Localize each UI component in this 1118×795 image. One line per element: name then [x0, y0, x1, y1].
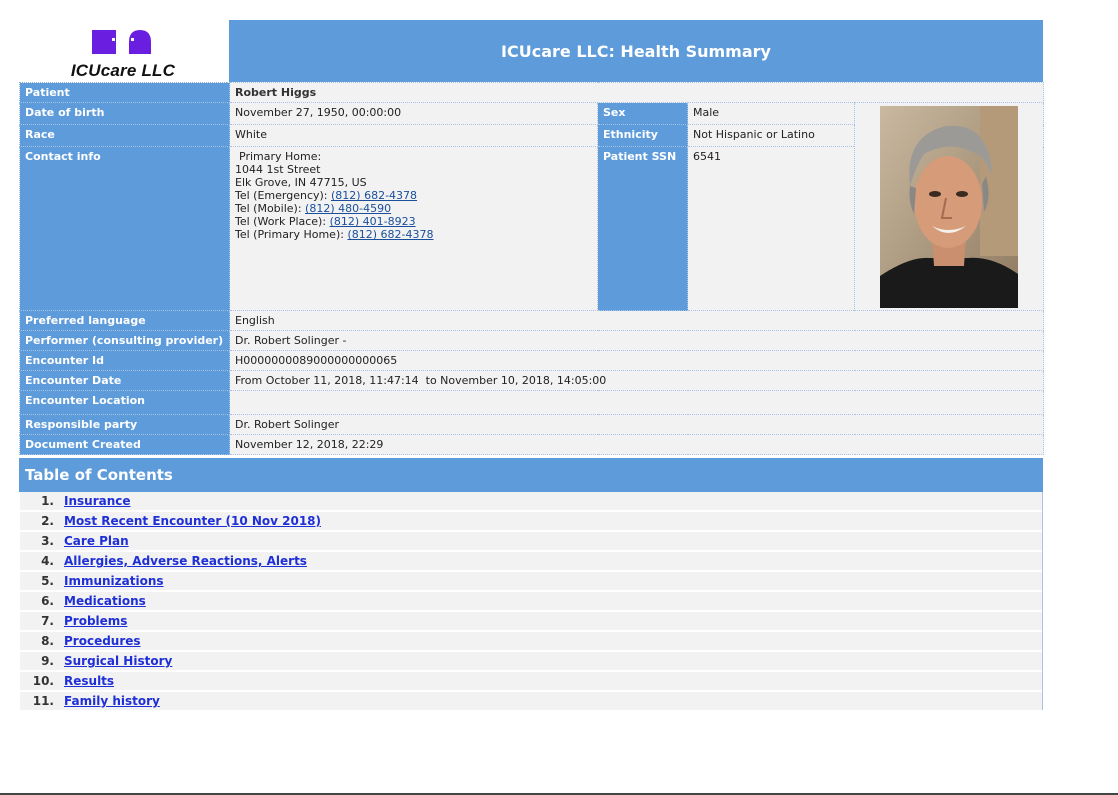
toc-item: 3. Care Plan: [20, 532, 1042, 550]
toc-item: 1. Insurance: [20, 492, 1042, 510]
toc-item: 10. Results: [20, 672, 1042, 690]
phone-work-link[interactable]: (812) 401-8923: [330, 215, 416, 228]
responsible-label: Responsible party: [19, 414, 230, 435]
toc-link[interactable]: Insurance: [64, 494, 131, 508]
patient-table: Patient Robert Higgs Date of birth Novem…: [19, 82, 1045, 455]
toc-item-number: 9.: [41, 654, 54, 668]
toc-item-number: 4.: [41, 554, 54, 568]
phone-home-link[interactable]: (812) 682-4378: [347, 228, 433, 241]
toc-link[interactable]: Surgical History: [64, 654, 172, 668]
language-value: English: [228, 310, 1045, 331]
toc-item: 5. Immunizations: [20, 572, 1042, 590]
toc-item: 11. Family history: [20, 692, 1042, 710]
performer-row: Performer (consulting provider) Dr. Robe…: [19, 330, 1045, 351]
contact-address: Primary Home: 1044 1st Street Elk Grove, I…: [235, 150, 592, 241]
contact-city: Elk Grove, IN 47715, US: [235, 176, 367, 189]
patient-photo: [880, 106, 1019, 308]
logo-heads-icon: [92, 30, 151, 54]
toc-item-number: 1.: [41, 494, 54, 508]
phone-home: Tel (Primary Home): (812) 682-4378: [235, 228, 592, 241]
dob-row: Date of birth November 27, 1950, 00:00:0…: [19, 102, 1045, 311]
toc-item-number: 6.: [41, 594, 54, 608]
phone-mobile-label: Tel (Mobile):: [235, 202, 306, 215]
encounter-id-value: H0000000089000000000065: [228, 350, 1045, 371]
document-title: ICUcare LLC: Health Summary: [229, 20, 1043, 82]
toc-link[interactable]: Most Recent Encounter (10 Nov 2018): [64, 514, 321, 528]
contact-type: Primary Home:: [239, 150, 322, 163]
toc-item-number: 10.: [32, 674, 54, 688]
encounter-date-label: Encounter Date: [19, 370, 230, 391]
toc-item: 6. Medications: [20, 592, 1042, 610]
race-label: Race: [19, 124, 230, 147]
toc-item-number: 2.: [41, 514, 54, 528]
ethnicity-value: Not Hispanic or Latino: [687, 124, 855, 147]
toc-link[interactable]: Allergies, Adverse Reactions, Alerts: [64, 554, 307, 568]
toc-item-number: 5.: [41, 574, 54, 588]
encounter-id-row: Encounter Id H0000000089000000000065: [19, 350, 1045, 371]
phone-mobile: Tel (Mobile): (812) 480-4590: [235, 202, 592, 215]
contact-label: Contact info: [19, 146, 230, 311]
patient-name-row: Patient Robert Higgs: [19, 82, 1045, 103]
patient-photo-cell: [853, 102, 1045, 311]
phone-home-label: Tel (Primary Home):: [235, 228, 348, 241]
performer-value: Dr. Robert Solinger -: [228, 330, 1045, 351]
phone-mobile-link[interactable]: (812) 480-4590: [305, 202, 391, 215]
toc-item-number: 3.: [41, 534, 54, 548]
toc-link[interactable]: Procedures: [64, 634, 141, 648]
toc-item-number: 8.: [41, 634, 54, 648]
ssn-value: 6541: [687, 146, 855, 311]
encounter-date-row: Encounter Date From October 11, 2018, 11…: [19, 370, 1045, 391]
dob-label: Date of birth: [19, 102, 230, 125]
created-value: November 12, 2018, 22:29: [228, 434, 1045, 455]
ssn-label: Patient SSN: [597, 146, 688, 311]
race-value: White: [229, 124, 598, 147]
ethnicity-label: Ethnicity: [597, 124, 688, 147]
toc-item: 2. Most Recent Encounter (10 Nov 2018): [20, 512, 1042, 530]
logo-text: ICUcare LLC: [70, 61, 176, 80]
sex-label: Sex: [597, 102, 688, 125]
encounter-location-value: [228, 390, 1045, 415]
phone-work-label: Tel (Work Place):: [235, 215, 330, 228]
encounter-location-row: Encounter Location: [19, 390, 1045, 415]
document-header: ICUcare LLC ICUcare LLC: Health Summary: [19, 20, 1043, 83]
responsible-value: Dr. Robert Solinger: [228, 414, 1045, 435]
toc-item: 4. Allergies, Adverse Reactions, Alerts: [20, 552, 1042, 570]
encounter-id-label: Encounter Id: [19, 350, 230, 371]
toc-link[interactable]: Problems: [64, 614, 127, 628]
phone-emergency-link[interactable]: (812) 682-4378: [331, 189, 417, 202]
toc-item-number: 7.: [41, 614, 54, 628]
encounter-location-label: Encounter Location: [19, 390, 230, 415]
created-label: Document Created: [19, 434, 230, 455]
toc-item: 7. Problems: [20, 612, 1042, 630]
toc-link[interactable]: Results: [64, 674, 114, 688]
contact-info: Primary Home: 1044 1st Street Elk Grove, I…: [229, 146, 598, 311]
encounter-date-value: From October 11, 2018, 11:47:14 to Novem…: [228, 370, 1045, 391]
sex-value: Male: [687, 102, 855, 125]
toc-link[interactable]: Care Plan: [64, 534, 129, 548]
toc-link[interactable]: Family history: [64, 694, 160, 708]
toc-link[interactable]: Immunizations: [64, 574, 164, 588]
phone-work: Tel (Work Place): (812) 401-8923: [235, 215, 592, 228]
language-label: Preferred language: [19, 310, 230, 331]
responsible-row: Responsible party Dr. Robert Solinger: [19, 414, 1045, 435]
patient-section-label: Patient: [19, 82, 230, 103]
toc-item-number: 11.: [32, 694, 54, 708]
page: ICUcare LLC ICUcare LLC: Health Summary …: [0, 0, 1118, 795]
logo: ICUcare LLC: [19, 20, 227, 83]
created-row: Document Created November 12, 2018, 22:2…: [19, 434, 1045, 455]
contact-street: 1044 1st Street: [235, 163, 321, 176]
phone-emergency: Tel (Emergency): (812) 682-4378: [235, 189, 592, 202]
toc-list: 1. Insurance 2. Most Recent Encounter (10 N…: [19, 492, 1043, 710]
toc-item: 8. Procedures: [20, 632, 1042, 650]
phone-emergency-label: Tel (Emergency):: [235, 189, 331, 202]
language-row: Preferred language English: [19, 310, 1045, 331]
dob-value: November 27, 1950, 00:00:00: [229, 102, 598, 125]
toc-link[interactable]: Medications: [64, 594, 146, 608]
patient-name: Robert Higgs: [228, 82, 1045, 103]
toc-item: 9. Surgical History: [20, 652, 1042, 670]
toc-title: Table of Contents: [19, 458, 1043, 492]
performer-label: Performer (consulting provider): [19, 330, 230, 351]
health-summary-document: ICUcare LLC ICUcare LLC: Health Summary …: [19, 20, 1045, 712]
